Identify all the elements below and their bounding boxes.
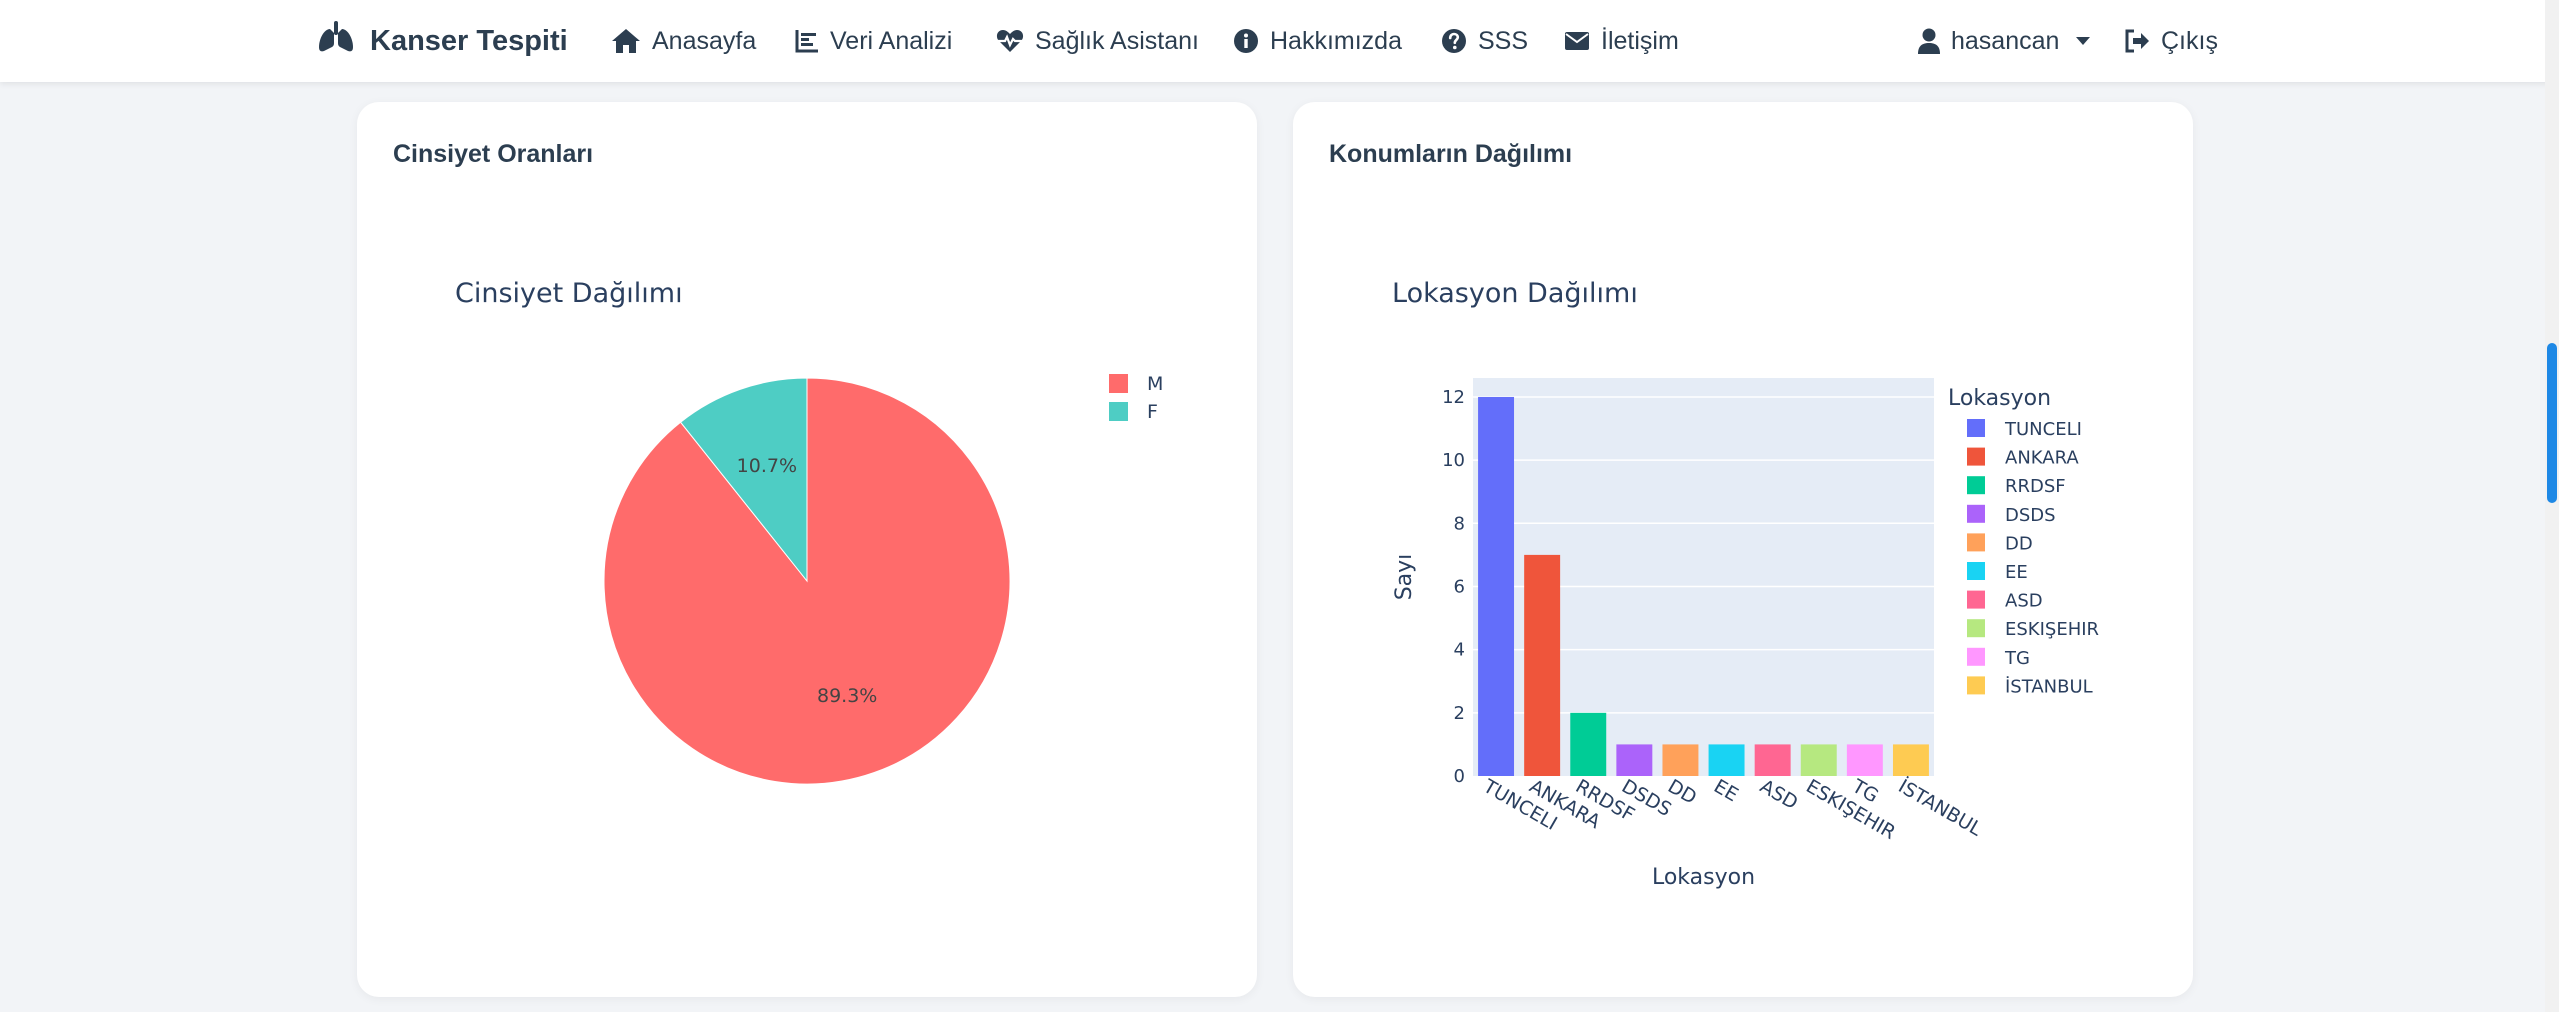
nav-contact-label: İletişim: [1601, 26, 1679, 55]
bar-ankara[interactable]: [1524, 554, 1561, 776]
user-menu-dropdown[interactable]: hasancan: [1918, 0, 2091, 82]
legend-swatch-tg[interactable]: [1967, 647, 1985, 666]
nav-faq-label: SSS: [1478, 26, 1529, 55]
y-tick-label: 12: [1442, 387, 1465, 408]
y-tick-label: 0: [1454, 766, 1465, 787]
nav-home[interactable]: Anasayfa: [611, 0, 756, 82]
navbar: Kanser Tespiti Anasayfa Veri Analizi Sağ…: [0, 0, 2559, 82]
info-circle-icon: [1233, 28, 1259, 54]
envelope-icon: [1564, 31, 1590, 51]
legend-label-m[interactable]: M: [1147, 373, 1163, 395]
nav-data-analysis[interactable]: Veri Analizi: [795, 0, 952, 82]
nav-faq[interactable]: SSS: [1441, 0, 1528, 82]
legend-label-ankara[interactable]: ANKARA: [2005, 448, 2079, 469]
bar-tg[interactable]: [1846, 744, 1883, 776]
x-tick-label: EE: [1710, 775, 1742, 806]
legend-label-dsds[interactable]: DSDS: [2005, 505, 2056, 526]
user-name: hasancan: [1951, 26, 2060, 55]
legend-label-i̇stanbul[interactable]: İSTANBUL: [2005, 676, 2093, 697]
y-tick-label: 8: [1454, 513, 1465, 534]
legend-swatch-ee[interactable]: [1967, 562, 1985, 580]
legend-label-dd[interactable]: DD: [2005, 533, 2033, 554]
location-card: Konumların Dağılımı Lokasyon Dağılımı 02…: [1293, 102, 2193, 997]
bar-eskişehir[interactable]: [1800, 744, 1837, 776]
legend-swatch-f[interactable]: [1109, 402, 1128, 421]
y-axis-label: Sayı: [1392, 554, 1417, 601]
nav-home-label: Anasayfa: [652, 26, 757, 55]
bar-tunceli[interactable]: [1478, 396, 1515, 776]
legend-label-asd[interactable]: ASD: [2005, 591, 2043, 612]
y-tick-label: 4: [1454, 640, 1465, 661]
logout-label: Çıkış: [2161, 26, 2218, 55]
nav-data-analysis-label: Veri Analizi: [830, 26, 953, 55]
pie-chart-title: Cinsiyet Dağılımı: [455, 278, 683, 309]
legend-swatch-ankara[interactable]: [1967, 447, 1985, 466]
pie-slice-label: 10.7%: [737, 455, 797, 477]
brand-link[interactable]: Kanser Tespiti: [318, 0, 568, 82]
y-tick-label: 6: [1454, 576, 1465, 597]
legend-label-ee[interactable]: EE: [2005, 562, 2028, 583]
legend-label-rrdsf[interactable]: RRDSF: [2005, 476, 2066, 497]
bar-dd[interactable]: [1662, 744, 1699, 776]
legend-label-eskişehir[interactable]: ESKIŞEHIR: [2005, 619, 2099, 640]
y-tick-label: 10: [1442, 450, 1465, 471]
location-bar-chart[interactable]: Lokasyon Dağılımı 0 2 4 6 8 10 12 TUNCELI ANKARA…: [1293, 102, 2193, 997]
legend-swatch-dd[interactable]: [1967, 533, 1985, 552]
nav-health-assistant-label: Sağlık Asistanı: [1035, 26, 1199, 55]
x-tick-label: ESKIŞEHIR: [1802, 775, 1899, 844]
legend-swatch-dsds[interactable]: [1967, 504, 1985, 523]
brand-title: Kanser Tespiti: [370, 24, 568, 57]
legend-label-tunceli[interactable]: TUNCELI: [2004, 419, 2082, 440]
lungs-icon: [318, 21, 354, 61]
bar-chart-title: Lokasyon Dağılımı: [1392, 278, 1638, 309]
sign-out-icon: [2124, 29, 2150, 53]
legend-swatch-i̇stanbul[interactable]: [1967, 676, 1985, 695]
bar-ee[interactable]: [1708, 744, 1745, 776]
legend-label-f[interactable]: F: [1147, 401, 1158, 423]
legend-swatch-rrdsf[interactable]: [1967, 476, 1985, 495]
x-tick-label: ASD: [1756, 775, 1801, 814]
x-axis-label: Lokasyon: [1652, 865, 1755, 890]
logout-link[interactable]: Çıkış: [2124, 0, 2218, 82]
pie-slice-label: 89.3%: [817, 685, 877, 707]
question-circle-icon: [1441, 28, 1467, 54]
page-scrollbar[interactable]: [2545, 0, 2559, 1012]
legend-swatch-tunceli[interactable]: [1967, 419, 1985, 437]
bar-i̇stanbul[interactable]: [1892, 744, 1929, 776]
x-tick-label: İSTANBUL: [1894, 774, 1986, 840]
gender-card: Cinsiyet Oranları Cinsiyet Dağılımı 89.3…: [357, 102, 1257, 997]
bar-chart-icon: [795, 29, 819, 53]
heartbeat-icon: [996, 29, 1024, 53]
legend-title: Lokasyon: [1948, 386, 2051, 411]
chevron-down-icon: [2076, 37, 2091, 45]
home-icon: [611, 28, 641, 54]
legend-swatch-asd[interactable]: [1967, 590, 1985, 609]
nav-about[interactable]: Hakkımızda: [1233, 0, 1402, 82]
bar-asd[interactable]: [1754, 744, 1791, 776]
bar-rrdsf[interactable]: [1570, 712, 1607, 776]
y-tick-label: 2: [1454, 703, 1465, 724]
legend-swatch-eskişehir[interactable]: [1967, 619, 1985, 638]
nav-about-label: Hakkımızda: [1270, 26, 1402, 55]
gender-pie-chart[interactable]: Cinsiyet Dağılımı 89.3% 10.7% MF: [357, 102, 1257, 997]
legend-swatch-m[interactable]: [1109, 374, 1128, 393]
legend-label-tg[interactable]: TG: [2004, 648, 2030, 669]
nav-contact[interactable]: İletişim: [1564, 0, 1679, 82]
nav-health-assistant[interactable]: Sağlık Asistanı: [996, 0, 1199, 82]
scrollbar-thumb[interactable]: [2547, 343, 2557, 503]
user-icon: [1918, 28, 1940, 54]
bar-dsds[interactable]: [1616, 744, 1653, 776]
